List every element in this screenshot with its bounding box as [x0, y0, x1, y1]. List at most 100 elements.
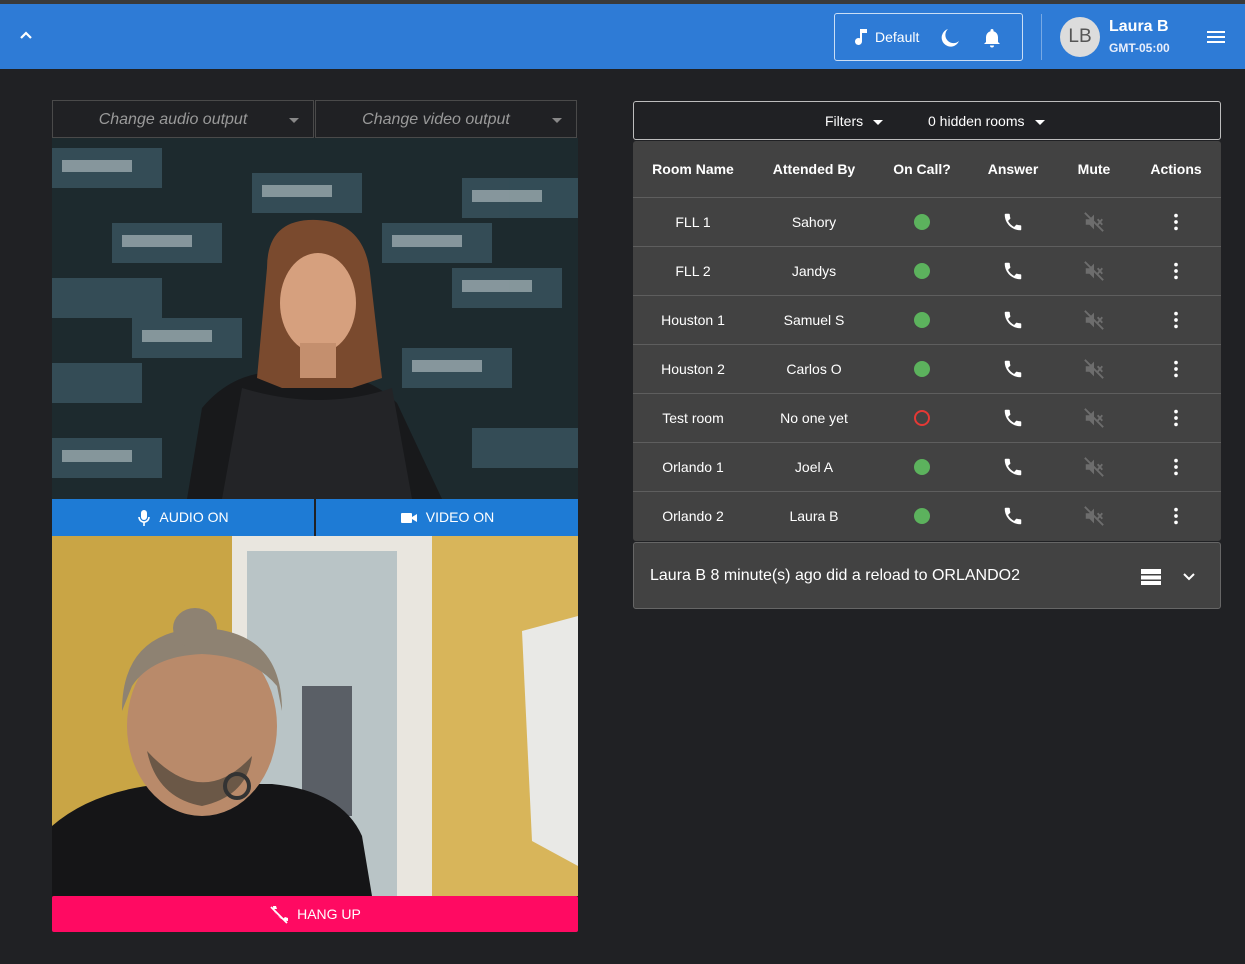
- filters-bar: Filters 0 hidden rooms: [633, 101, 1221, 140]
- room-name-cell: FLL 2: [633, 246, 753, 296]
- mode-label[interactable]: Default: [875, 29, 919, 45]
- phone-icon[interactable]: [1002, 358, 1024, 380]
- rooms-table: Room Name Attended By On Call? Answer Mu…: [633, 141, 1221, 541]
- actions-cell: [1131, 295, 1221, 345]
- more-vert-icon[interactable]: [1165, 358, 1187, 380]
- table-row: FLL 1 Sahory: [633, 197, 1221, 247]
- phone-disabled-icon: [270, 906, 289, 924]
- on-call-status-icon: [914, 410, 930, 427]
- answer-cell: [969, 197, 1057, 247]
- avatar[interactable]: LB: [1060, 17, 1100, 57]
- phone-icon[interactable]: [1002, 260, 1024, 282]
- videocam-icon: [400, 513, 417, 524]
- room-name-cell: FLL 1: [633, 197, 753, 247]
- more-vert-icon[interactable]: [1165, 211, 1187, 233]
- phone-icon[interactable]: [1002, 505, 1024, 527]
- table-row: FLL 2 Jandys: [633, 246, 1221, 296]
- table-row: Houston 2 Carlos O: [633, 344, 1221, 394]
- column-header-on-call: On Call?: [875, 141, 969, 198]
- on-call-status-icon: [914, 508, 930, 525]
- moon-icon[interactable]: [939, 27, 961, 49]
- room-name-cell: Houston 2: [633, 344, 753, 394]
- volume-off-icon[interactable]: [1083, 211, 1105, 233]
- bell-icon[interactable]: [981, 27, 1003, 49]
- chevron-down-icon[interactable]: [1178, 566, 1200, 588]
- app-bar: Default LB Laura B GMT-05:00: [0, 4, 1245, 69]
- remote-video-feed: [52, 536, 578, 896]
- phone-icon[interactable]: [1002, 309, 1024, 331]
- hang-up-button[interactable]: HANG UP: [52, 896, 578, 932]
- table-row: Orlando 1 Joel A: [633, 442, 1221, 492]
- on-call-status-icon: [914, 361, 930, 378]
- phone-icon[interactable]: [1002, 407, 1024, 429]
- answer-cell: [969, 442, 1057, 492]
- video-toggle-button[interactable]: VIDEO ON: [316, 499, 578, 536]
- on-call-cell: [875, 246, 969, 296]
- volume-off-icon[interactable]: [1083, 309, 1105, 331]
- appbar-divider: [1041, 14, 1042, 60]
- answer-cell: [969, 246, 1057, 296]
- phone-icon[interactable]: [1002, 211, 1024, 233]
- column-header-mute: Mute: [1057, 141, 1131, 198]
- attended-by-cell: Laura B: [789, 507, 839, 524]
- volume-off-icon[interactable]: [1083, 505, 1105, 527]
- phone-icon[interactable]: [1002, 456, 1024, 478]
- on-call-status-icon: [914, 263, 930, 280]
- actions-cell: [1131, 393, 1221, 443]
- more-vert-icon[interactable]: [1165, 260, 1187, 282]
- audio-output-select[interactable]: Change audio output: [52, 100, 314, 138]
- column-header-attended-by: Attended By: [753, 141, 875, 198]
- more-vert-icon[interactable]: [1165, 407, 1187, 429]
- hang-up-label: HANG UP: [297, 906, 361, 922]
- user-timezone: GMT-05:00: [1109, 41, 1170, 55]
- hidden-rooms-dropdown[interactable]: 0 hidden rooms: [928, 113, 1045, 129]
- audio-output-placeholder: Change audio output: [98, 111, 248, 128]
- actions-cell: [1131, 442, 1221, 492]
- mute-cell: [1057, 197, 1131, 247]
- volume-off-icon[interactable]: [1083, 407, 1105, 429]
- on-call-status-icon: [914, 214, 930, 231]
- filters-dropdown[interactable]: Filters: [825, 113, 884, 129]
- volume-off-icon[interactable]: [1083, 358, 1105, 380]
- answer-cell: [969, 393, 1057, 443]
- more-vert-icon[interactable]: [1165, 456, 1187, 478]
- chevron-up-icon[interactable]: [14, 24, 38, 48]
- caret-down-icon: [552, 118, 562, 123]
- answer-cell: [969, 344, 1057, 394]
- on-call-cell: [875, 442, 969, 492]
- answer-cell: [969, 295, 1057, 345]
- on-call-cell: [875, 393, 969, 443]
- view-list-icon[interactable]: [1140, 566, 1162, 588]
- hamburger-menu-icon[interactable]: [1205, 26, 1227, 48]
- table-header-row: Room Name Attended By On Call? Answer Mu…: [633, 141, 1221, 198]
- mute-cell: [1057, 491, 1131, 540]
- mute-cell: [1057, 246, 1131, 296]
- mute-cell: [1057, 344, 1131, 394]
- attended-by-cell: Sahory: [753, 197, 875, 247]
- video-output-placeholder: Change video output: [362, 111, 510, 128]
- video-output-select[interactable]: Change video output: [315, 100, 577, 138]
- attended-by-cell: Samuel S: [753, 295, 875, 345]
- mute-cell: [1057, 442, 1131, 492]
- caret-down-icon: [873, 119, 884, 125]
- audio-toggle-button[interactable]: AUDIO ON: [52, 499, 314, 536]
- answer-cell: [969, 491, 1057, 540]
- table-row: Test room No one yet: [633, 393, 1221, 443]
- volume-off-icon[interactable]: [1083, 260, 1105, 282]
- more-vert-icon[interactable]: [1165, 505, 1187, 527]
- table-row: Orlando 2 Laura B: [633, 491, 1221, 540]
- on-call-status-icon: [914, 312, 930, 329]
- actions-cell: [1131, 246, 1221, 296]
- volume-off-icon[interactable]: [1083, 456, 1105, 478]
- more-vert-icon[interactable]: [1165, 309, 1187, 331]
- room-name-cell: Houston 1: [633, 295, 753, 345]
- actions-cell: [1131, 197, 1221, 247]
- local-video-feed: [52, 138, 578, 499]
- column-header-room-name: Room Name: [633, 141, 753, 198]
- on-call-cell: [875, 197, 969, 247]
- column-header-answer: Answer: [969, 141, 1057, 198]
- mode-selector: Default: [834, 13, 1023, 61]
- hidden-rooms-label: 0 hidden rooms: [928, 113, 1025, 129]
- music-note-icon: [853, 27, 873, 49]
- room-name-cell: Orlando 2: [662, 507, 724, 524]
